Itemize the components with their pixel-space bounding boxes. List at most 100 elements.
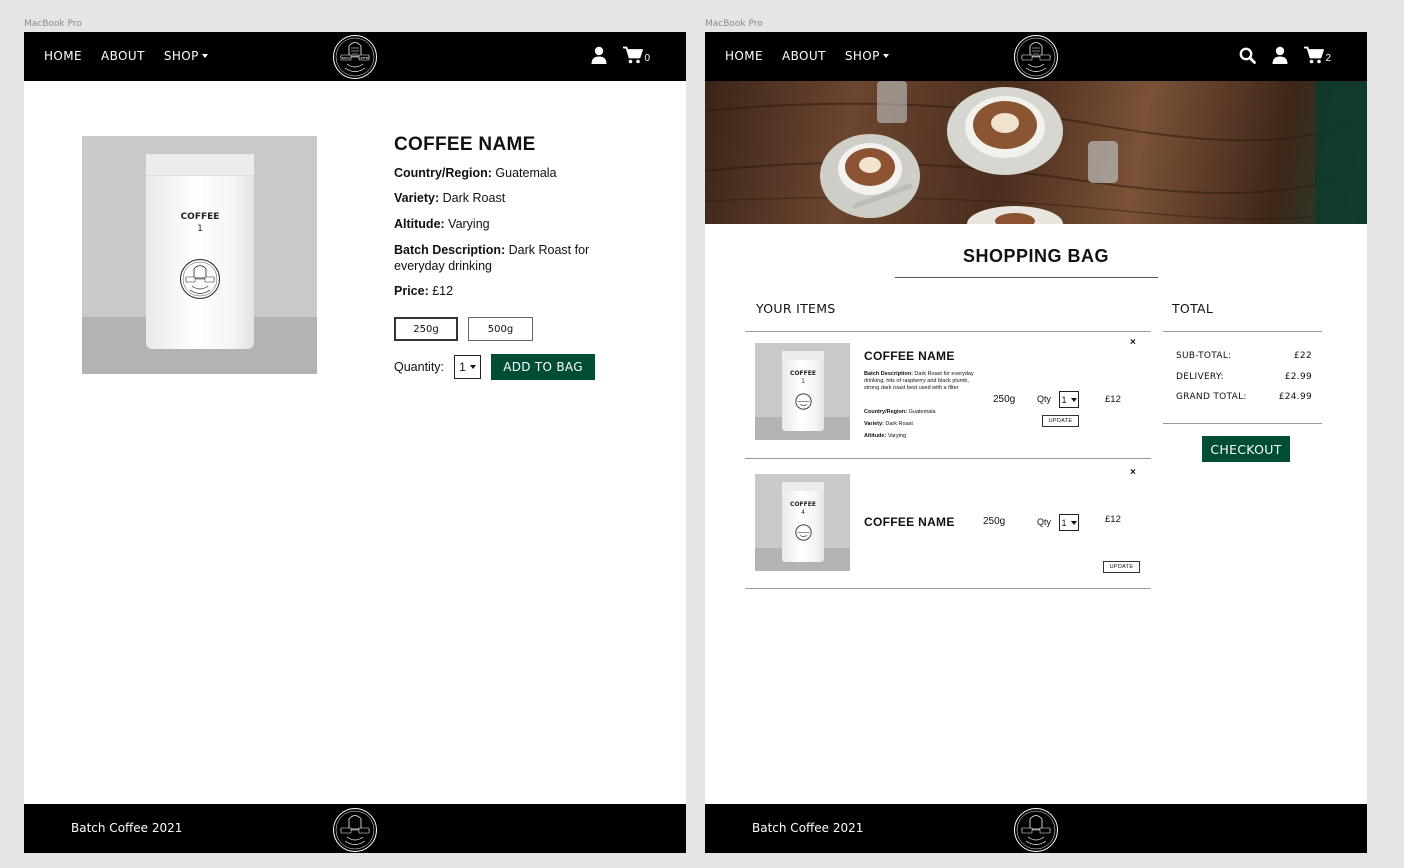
- delivery-label: DELIVERY:: [1176, 372, 1224, 382]
- delivery-value: £2.99: [1284, 372, 1312, 382]
- nav-home-link[interactable]: HOME: [725, 49, 763, 63]
- footer-logo: [333, 808, 377, 852]
- coffee-cups-illustration: [705, 81, 1367, 224]
- variety-label: Variety:: [394, 191, 440, 205]
- grand-total-value: £24.99: [1278, 392, 1312, 402]
- nav-icons: 0: [591, 46, 650, 64]
- description-label: Batch Description:: [394, 243, 506, 257]
- grand-total-row: GRAND TOTAL: £24.99: [1176, 392, 1312, 402]
- nav-shop-dropdown[interactable]: SHOP: [164, 49, 208, 63]
- country-line: Country/Region: Guatemala: [394, 166, 557, 180]
- totals-divider-top: [1163, 331, 1322, 332]
- nav-about-link[interactable]: ABOUT: [782, 49, 826, 63]
- item-name: COFFEE NAME: [864, 515, 955, 529]
- item-image: COFFEE 4: [755, 474, 850, 571]
- grand-total-label: GRAND TOTAL:: [1176, 392, 1247, 402]
- your-items-heading: YOUR ITEMS: [756, 301, 836, 316]
- pouch-logo: [795, 393, 812, 410]
- hero-coffee-image: [705, 81, 1367, 224]
- nav-about-link[interactable]: ABOUT: [101, 49, 145, 63]
- footer: Batch Coffee 2021: [24, 804, 686, 853]
- quantity-value: 1: [459, 360, 466, 374]
- item-altitude: Altitude: Varying: [864, 433, 974, 440]
- pouch-logo: [795, 524, 812, 541]
- navbar: HOME ABOUT SHOP BATCH COFFEE 0: [24, 32, 686, 81]
- logo-text-right: COFFEE: [359, 56, 369, 60]
- items-divider: [745, 458, 1151, 459]
- size-250g-button[interactable]: 250g: [394, 317, 458, 341]
- item-image-label: COFFEE: [790, 501, 816, 508]
- nav-links: HOME ABOUT SHOP: [44, 49, 208, 63]
- product-image: COFFEE 1: [82, 136, 317, 374]
- cart-icon: [623, 46, 644, 64]
- chevron-down-icon: [201, 54, 208, 58]
- variety-value: Dark Roast: [439, 191, 506, 205]
- add-to-bag-button[interactable]: ADD TO BAG: [491, 354, 595, 380]
- item-qty-select[interactable]: 1: [1059, 391, 1079, 408]
- user-icon[interactable]: [591, 46, 607, 64]
- batch-coffee-logo[interactable]: [1013, 34, 1059, 80]
- price-label: Price:: [394, 284, 429, 298]
- delivery-row: DELIVERY: £2.99: [1176, 372, 1312, 382]
- item-qty-value: 1: [1061, 394, 1067, 405]
- altitude-label: Altitude:: [394, 217, 445, 231]
- update-button[interactable]: UPDATE: [1103, 561, 1140, 573]
- item-name: COFFEE NAME: [864, 349, 955, 363]
- item-image-number: 4: [801, 509, 805, 516]
- subtotal-label: SUB-TOTAL:: [1176, 351, 1232, 361]
- remove-item-icon[interactable]: ×: [1130, 337, 1136, 348]
- product-page-frame: HOME ABOUT SHOP BATCH COFFEE 0 COFFEE 1 …: [24, 32, 686, 853]
- item-altitude-label: Altitude:: [864, 433, 887, 439]
- quantity-label: Quantity:: [394, 360, 445, 374]
- nav-shop-label: SHOP: [844, 49, 880, 63]
- item-country-value: Guatemala: [907, 409, 936, 415]
- page-title: SHOPPING BAG: [962, 246, 1110, 266]
- cart-count: 2: [1325, 53, 1331, 64]
- item-description-label: Batch Description:: [864, 371, 913, 377]
- altitude-value: Varying: [444, 217, 490, 231]
- nav-icons: 2: [1239, 46, 1331, 64]
- footer: Batch Coffee 2021: [705, 804, 1367, 853]
- item-image-label: COFFEE: [790, 370, 816, 377]
- chevron-down-icon: [469, 365, 476, 369]
- item-qty-label: Qty: [1037, 394, 1052, 404]
- nav-shop-dropdown[interactable]: SHOP: [845, 49, 889, 63]
- checkout-button[interactable]: CHECKOUT: [1202, 436, 1290, 462]
- navbar: HOME ABOUT SHOP 2: [705, 32, 1367, 81]
- cart-button[interactable]: 0: [623, 46, 650, 64]
- item-price: £12: [1105, 394, 1121, 405]
- item-size: 250g: [983, 516, 1006, 527]
- altitude-line: Altitude: Varying: [394, 217, 490, 231]
- item-description: Batch Description: Dark Roast for everyd…: [864, 371, 974, 392]
- frame-label: MacBook Pro: [705, 19, 763, 29]
- update-button[interactable]: UPDATE: [1042, 415, 1079, 427]
- quantity-select[interactable]: 1: [454, 355, 481, 379]
- pouch-label: COFFEE: [180, 212, 220, 222]
- item-country: Country/Region: Guatemala: [864, 409, 974, 416]
- size-500g-button[interactable]: 500g: [468, 317, 533, 341]
- item-country-label: Country/Region:: [864, 409, 908, 415]
- footer-text: Batch Coffee 2021: [752, 821, 864, 835]
- item-qty-label: Qty: [1037, 517, 1052, 527]
- nav-home-link[interactable]: HOME: [44, 49, 82, 63]
- chevron-down-icon: [1070, 397, 1077, 402]
- footer-text: Batch Coffee 2021: [71, 821, 183, 835]
- user-icon[interactable]: [1272, 46, 1288, 64]
- batch-coffee-logo[interactable]: BATCH COFFEE: [332, 34, 378, 80]
- cart-icon: [1304, 46, 1325, 64]
- item-variety-label: Variety:: [864, 421, 884, 427]
- cart-count: 0: [644, 53, 650, 64]
- item-altitude-value: Varying: [886, 433, 907, 439]
- search-icon[interactable]: [1239, 47, 1257, 64]
- title-divider: [895, 277, 1158, 278]
- remove-item-icon[interactable]: ×: [1130, 467, 1136, 478]
- nav-links: HOME ABOUT SHOP: [725, 49, 889, 63]
- total-heading: TOTAL: [1172, 301, 1214, 316]
- item-image: COFFEE 1: [755, 343, 850, 440]
- item-size: 250g: [993, 394, 1016, 405]
- country-label: Country/Region:: [394, 166, 492, 180]
- item-qty-select[interactable]: 1: [1059, 514, 1079, 531]
- item-variety-value: Dark Roast: [883, 421, 913, 427]
- cart-button[interactable]: 2: [1304, 46, 1331, 64]
- pouch-logo: [180, 259, 220, 299]
